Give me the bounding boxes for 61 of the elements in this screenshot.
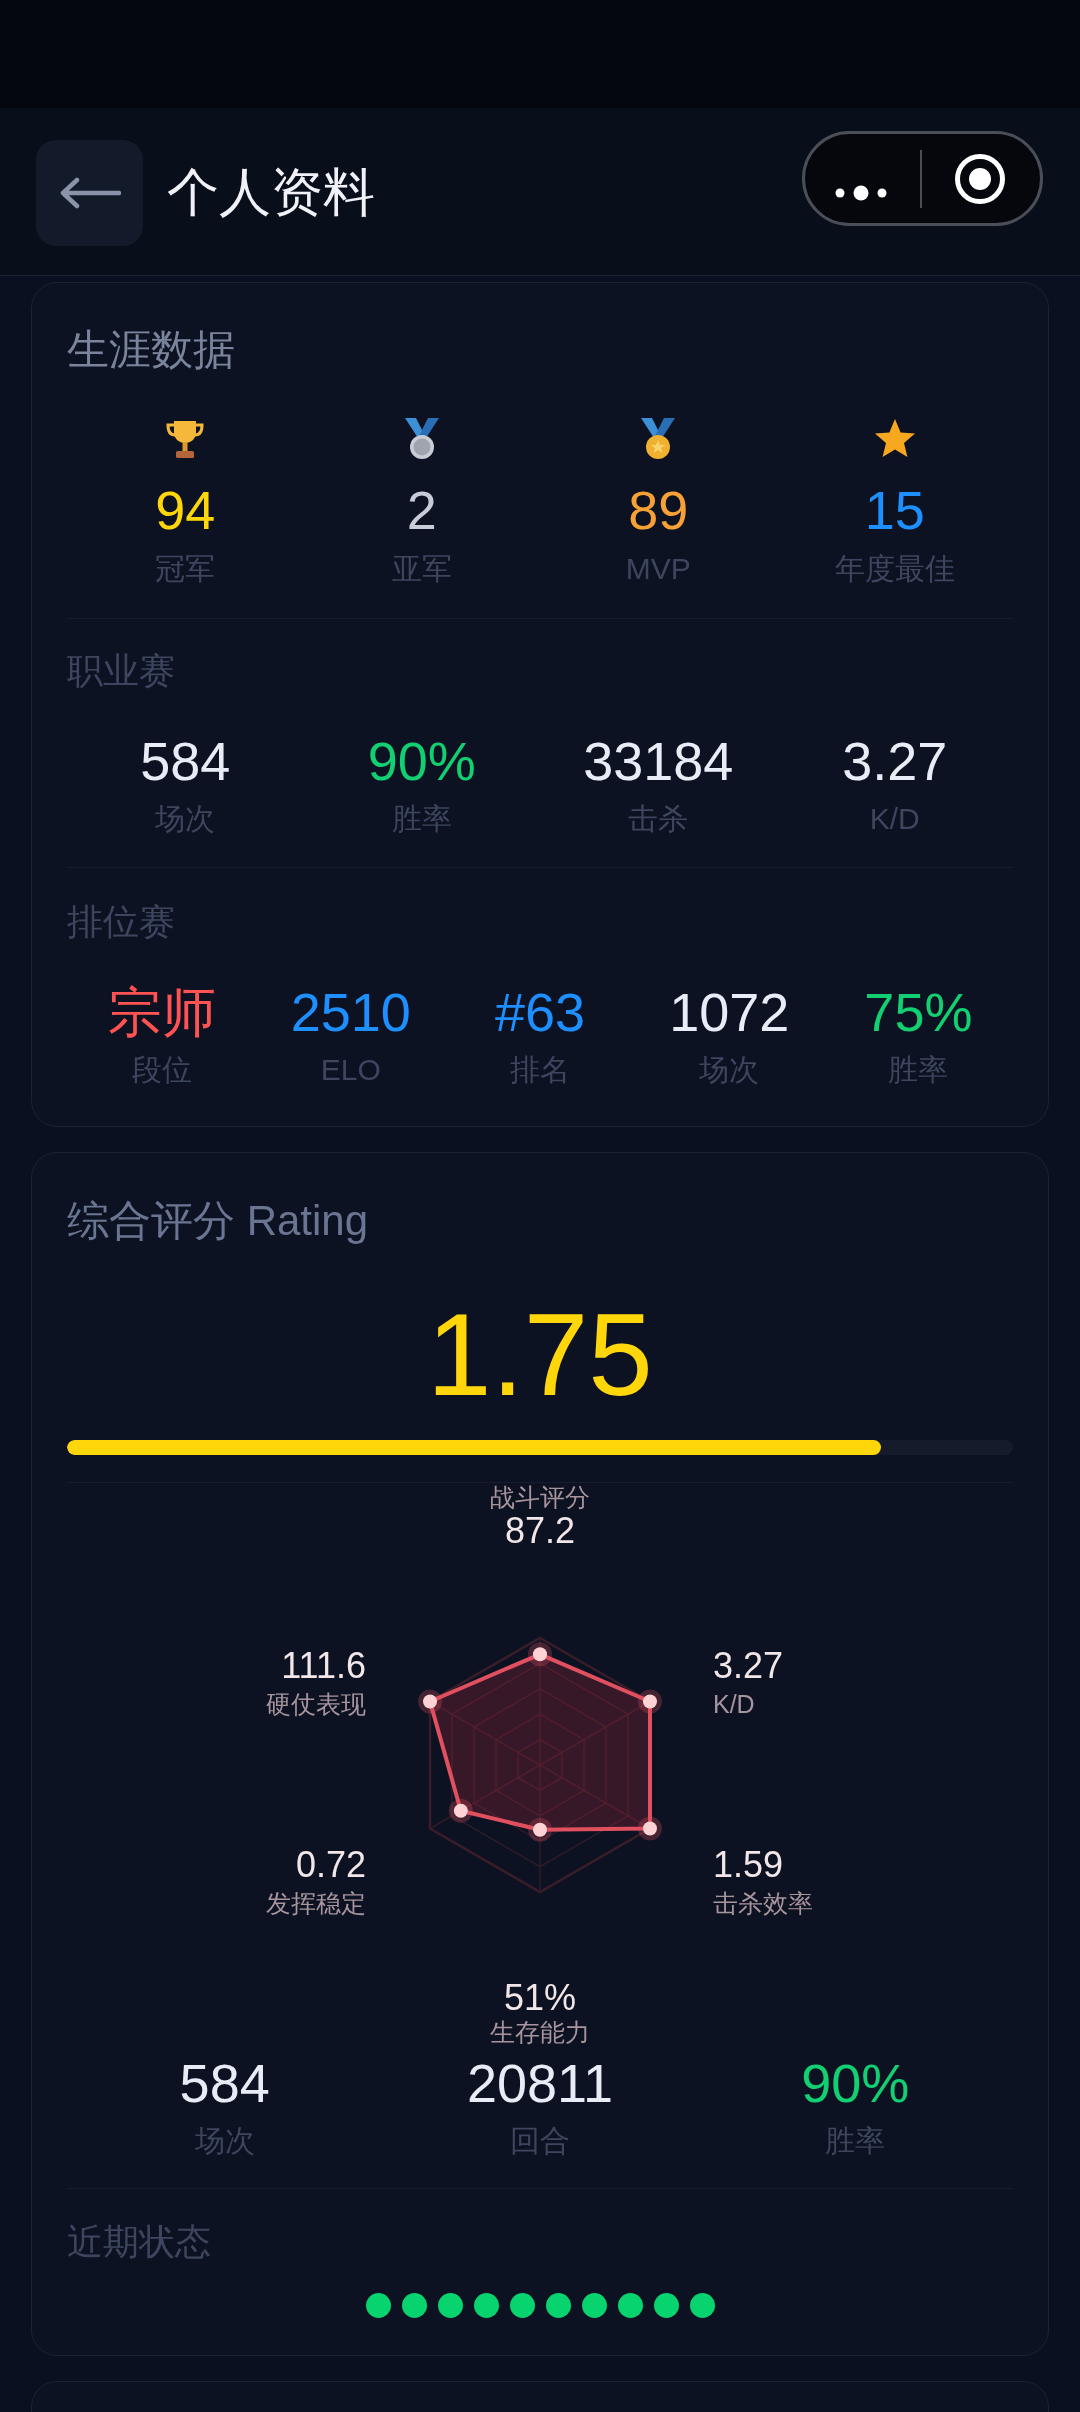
stat-label: 场次: [194, 2123, 255, 2159]
radar-value: 1.59: [713, 1845, 784, 1885]
stat-value: 75%: [864, 982, 973, 1042]
stat-label: 击杀: [628, 801, 689, 837]
radar-label: 生存能力: [490, 2018, 590, 2046]
stat-label: 年度最佳: [834, 551, 955, 587]
stat-value: 宗师: [107, 982, 216, 1042]
radar-point: [528, 1817, 552, 1842]
stat-label: 段位: [131, 1052, 192, 1088]
stat-value: 15: [864, 480, 925, 540]
section-title: 排位赛: [67, 900, 175, 944]
stat-value: 1072: [669, 982, 790, 1042]
radar-label: 战斗评分: [490, 1483, 590, 1511]
circle-dot-icon[interactable]: [954, 152, 1006, 205]
stat-value: 3.27: [842, 731, 948, 791]
stat-value: 20811: [466, 2053, 614, 2113]
stat-value: 2510: [290, 982, 411, 1042]
stat-value: 90%: [367, 731, 476, 791]
back-button[interactable]: [36, 139, 143, 246]
stat-label: 场次: [699, 1052, 760, 1088]
stat-value: 33184: [583, 731, 734, 791]
section-title: 职业赛: [67, 649, 175, 693]
radar-value: 87.2: [504, 1511, 576, 1551]
radar-label: 发挥稳定: [266, 1888, 366, 1919]
radar-point: [448, 1798, 473, 1823]
stat-label: MVP: [625, 551, 691, 587]
stat-label: 场次: [155, 801, 216, 837]
page-title: 个人资料: [167, 161, 375, 223]
stat-label: ELO: [320, 1052, 381, 1088]
stat-label: 胜率: [825, 2123, 886, 2159]
stat-label: 排名: [510, 1052, 570, 1088]
stat-value: 584: [140, 731, 231, 791]
stat-value: 89: [628, 480, 689, 540]
radar-label: 硬仗表现: [266, 1689, 366, 1720]
radar-point: [418, 1689, 442, 1714]
stat-value: 90%: [801, 2053, 910, 2113]
more-icon[interactable]: [835, 185, 887, 201]
radar-point: [528, 1642, 552, 1667]
stat-value: 584: [179, 2053, 270, 2113]
radar-label: K/D: [713, 1689, 755, 1720]
stat-label: 亚军: [391, 551, 452, 587]
radar-label: 击杀效率: [713, 1888, 813, 1919]
stat-value: 94: [155, 480, 216, 540]
stat-label: 冠军: [155, 551, 216, 587]
radar-point: [638, 1816, 662, 1841]
radar-value: 111.6: [281, 1646, 366, 1686]
radar-value: 0.72: [295, 1845, 366, 1885]
stat-value: #63: [494, 982, 586, 1042]
stat-value: 2: [406, 480, 437, 540]
card-title: 综合评分 Rating: [67, 1196, 369, 1246]
radar-point: [638, 1689, 662, 1714]
radar-value: 3.27: [713, 1646, 784, 1686]
stat-label: K/D: [869, 801, 920, 837]
stat-label: 胜率: [888, 1052, 949, 1088]
rating-score: 1.75: [427, 1290, 653, 1420]
radar-value: 51%: [503, 1978, 577, 2018]
card-title: 生涯数据: [67, 325, 235, 375]
stat-label: 胜率: [391, 801, 452, 837]
arrow-left-icon: [58, 176, 121, 209]
stat-label: 回合: [510, 2123, 570, 2159]
section-title: 近期状态: [67, 2220, 211, 2264]
